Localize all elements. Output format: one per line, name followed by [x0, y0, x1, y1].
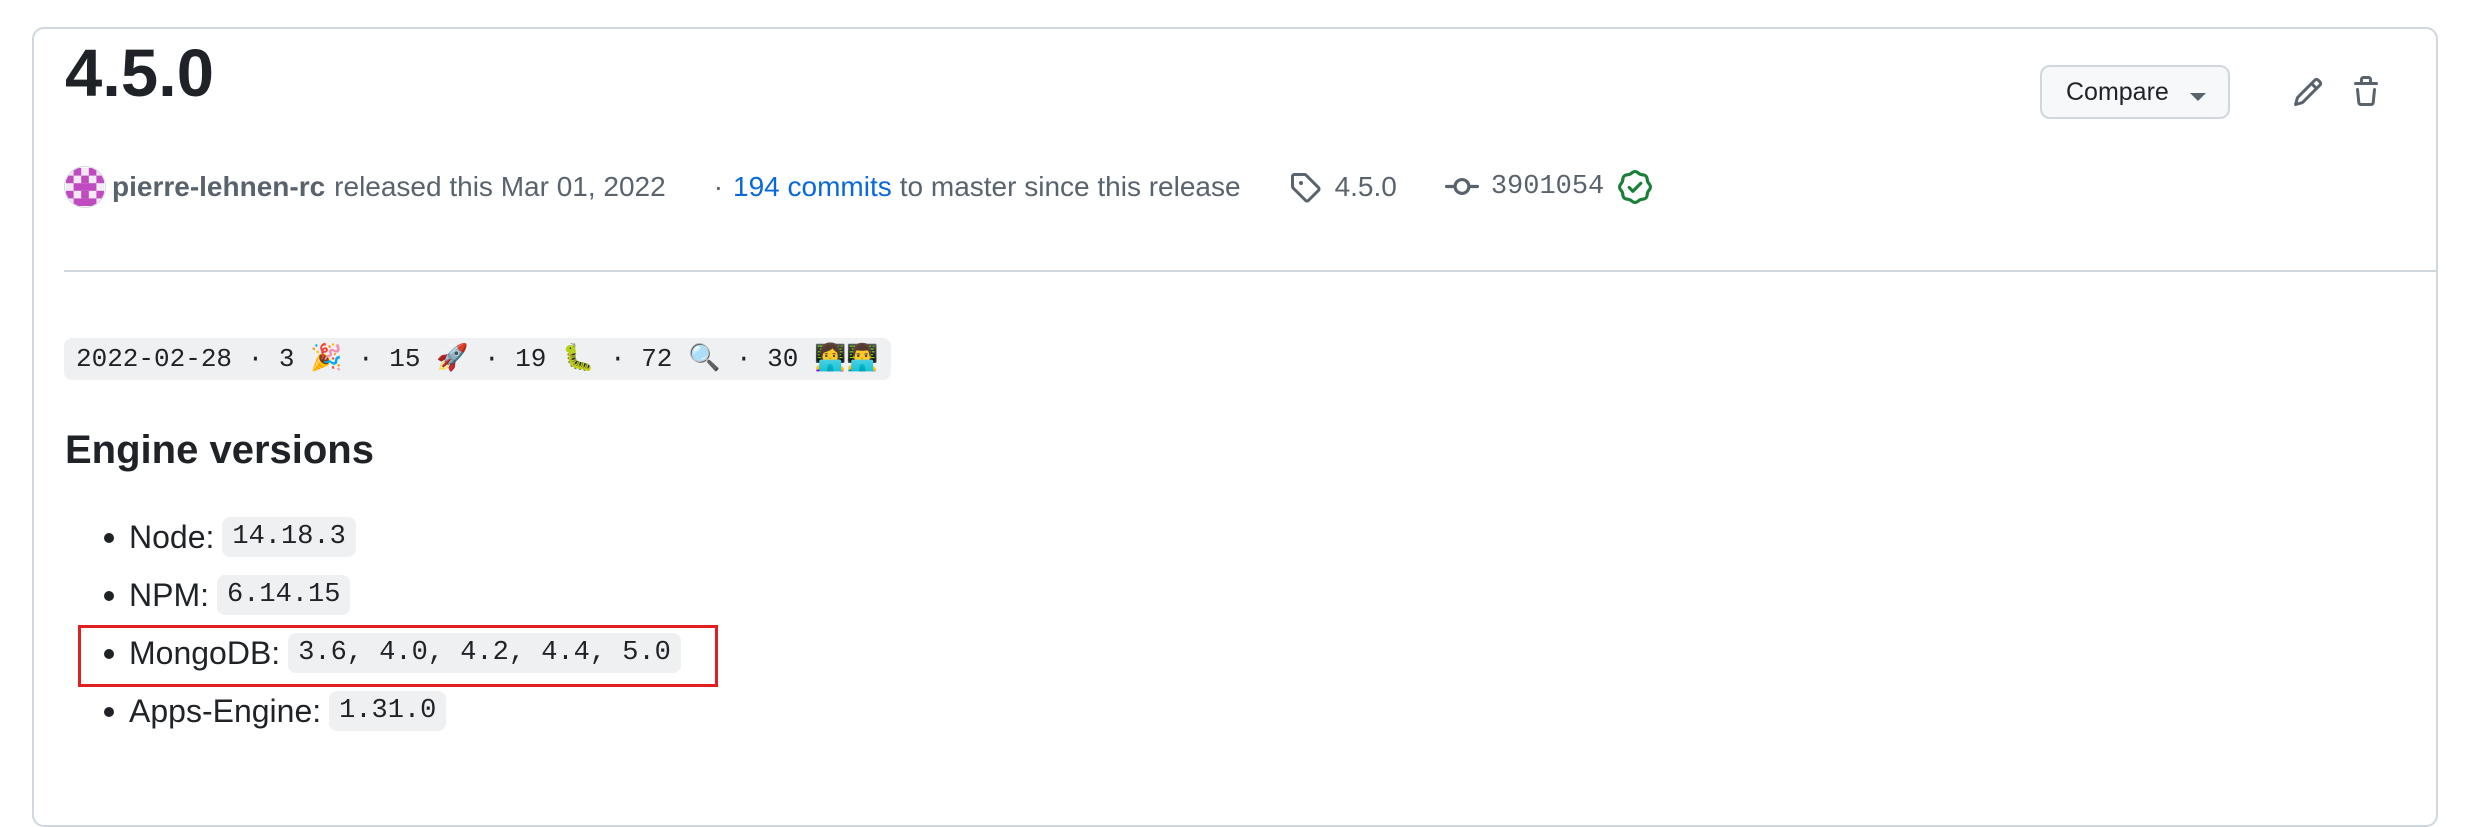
released-text: released this Mar 01, 2022	[334, 171, 666, 202]
engine-versions-heading: Engine versions	[65, 428, 374, 472]
commits-link[interactable]: 194 commits	[733, 171, 892, 203]
list-item-apps-engine: Apps-Engine: 1.31.0	[64, 682, 681, 740]
verified-icon	[1618, 170, 1653, 204]
release-meta: pierre-lehnen-rc released this Mar 01, 2…	[64, 165, 1653, 209]
bullet	[104, 533, 114, 543]
chevron-down-icon	[2190, 93, 2206, 101]
tag-label: 4.5.0	[1334, 171, 1397, 202]
engine-versions-list: Node: 14.18.3 NPM: 6.14.15 MongoDB: 3.6,…	[64, 508, 681, 740]
release-stats: 2022-02-28 · 3 🎉 · 15 🚀 · 19 🐛 · 72 🔍 · …	[64, 338, 891, 380]
commit-sha: 3901054	[1490, 172, 1605, 202]
list-item-npm: NPM: 6.14.15	[64, 566, 681, 624]
bullet	[104, 707, 114, 717]
pencil-icon	[2293, 77, 2323, 107]
delete-button[interactable]	[2348, 74, 2384, 110]
engine-label: Node:	[129, 518, 215, 555]
engine-label: Apps-Engine:	[129, 692, 322, 729]
list-item-node: Node: 14.18.3	[64, 508, 681, 566]
bullet	[104, 591, 114, 601]
avatar[interactable]	[64, 166, 106, 208]
compare-button[interactable]: Compare	[2040, 65, 2230, 119]
divider	[64, 270, 2438, 272]
tag-icon	[1290, 173, 1321, 203]
engine-version: 14.18.3	[222, 517, 356, 557]
commits-suffix: to master since this release	[899, 171, 1241, 202]
compare-label: Compare	[2066, 77, 2169, 106]
engine-version: 1.31.0	[329, 691, 447, 731]
edit-button[interactable]	[2290, 74, 2326, 110]
identicon-icon	[66, 168, 104, 206]
git-commit-icon	[1444, 177, 1479, 195]
engine-version: 6.14.15	[217, 575, 351, 615]
commits-prefix: ·	[713, 171, 724, 202]
tag-link[interactable]: 4.5.0	[1289, 171, 1397, 203]
release-title: 4.5.0	[65, 36, 215, 111]
author-link[interactable]: pierre-lehnen-rc	[112, 171, 325, 203]
trash-icon	[2354, 76, 2378, 106]
verified-badge[interactable]	[1618, 170, 1653, 204]
mongodb-highlight-box	[78, 625, 718, 687]
commit-link[interactable]: 3901054	[1444, 170, 1605, 204]
engine-label: NPM:	[129, 576, 209, 613]
